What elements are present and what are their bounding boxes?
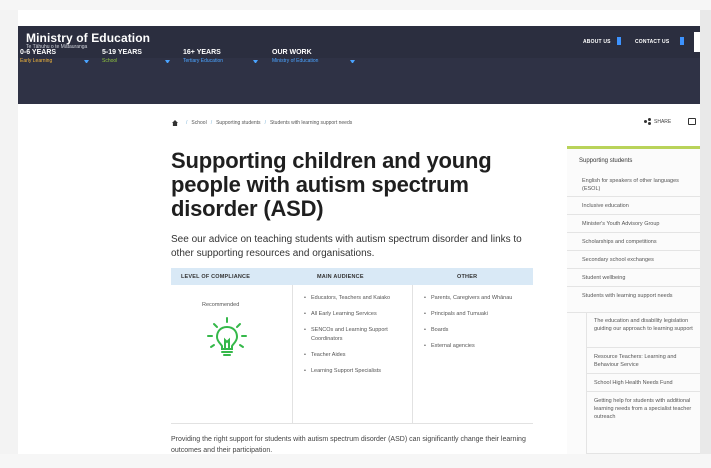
window-top-edge	[0, 0, 711, 10]
table-column-divider	[412, 285, 413, 424]
table-header-cell: MAIN AUDIENCE	[317, 274, 364, 280]
table-header-cell: LEVEL OF COMPLIANCE	[181, 274, 251, 280]
site-header: Ministry of Education Te Tāhuhu o te Māt…	[18, 26, 700, 104]
sidebar-subitem-specialist-outreach[interactable]: Getting help for students with additiona…	[586, 392, 700, 454]
compliance-table: LEVEL OF COMPLIANCE MAIN AUDIENCE OTHER …	[171, 268, 533, 424]
table-bottom-border	[171, 423, 533, 424]
nav-subtitle: Tertiary Education	[183, 58, 224, 64]
window-left-edge	[0, 10, 18, 454]
page-title: Supporting children and young people wit…	[171, 148, 492, 221]
chevron-down-icon[interactable]	[350, 60, 355, 63]
share-button[interactable]: SHARE	[644, 118, 671, 125]
site-logo-title[interactable]: Ministry of Education	[26, 31, 150, 45]
page: Ministry of Education Te Tāhuhu o te Māt…	[0, 0, 711, 468]
list-item: External agencies	[424, 342, 530, 351]
nav-item-our-work[interactable]: OUR WORK Ministry of Education	[272, 49, 318, 64]
sidebar-subitem-legislation[interactable]: The education and disability legislation…	[586, 314, 700, 348]
nav-subtitle: School	[102, 58, 118, 64]
breadcrumb-separator: /	[264, 120, 266, 126]
print-icon[interactable]	[688, 118, 696, 125]
breadcrumb-item[interactable]: Students with learning support needs	[270, 120, 352, 126]
list-item: Educators, Teachers and Kaiako	[304, 294, 408, 303]
compliance-level: Recommended	[202, 302, 240, 308]
share-icon	[644, 118, 651, 125]
contact-us-marker	[680, 37, 684, 45]
window-right-edge	[700, 10, 711, 454]
home-icon[interactable]	[172, 120, 178, 126]
breadcrumb-item[interactable]: School	[191, 120, 206, 126]
table-column-divider	[292, 285, 293, 424]
nav-title: 5-19 YEARS	[102, 49, 142, 56]
nav-item-16-plus-years[interactable]: 16+ YEARS Tertiary Education	[183, 49, 223, 64]
sidebar-item-student-wellbeing[interactable]: Student wellbeing	[567, 269, 700, 287]
about-us-link[interactable]: ABOUT US	[583, 39, 611, 45]
list-item: Principals and Tumuaki	[424, 310, 530, 319]
list-item: Teacher Aides	[304, 351, 408, 360]
contact-us-link[interactable]: CONTACT US	[635, 39, 669, 45]
nav-item-5-19-years[interactable]: 5-19 YEARS School	[102, 49, 142, 64]
sidebar-item-school-exchanges[interactable]: Secondary school exchanges	[567, 251, 700, 269]
page-intro: See our advice on teaching students with…	[171, 234, 522, 259]
table-header: LEVEL OF COMPLIANCE MAIN AUDIENCE OTHER	[171, 268, 533, 285]
nav-title: 16+ YEARS	[183, 49, 221, 56]
body-paragraph: Providing the right support for students…	[171, 436, 526, 454]
share-label: SHARE	[654, 118, 672, 125]
sidebar-item-youth-advisory-group[interactable]: Minister's Youth Advisory Group	[567, 215, 700, 233]
list-item: Parents, Caregivers and Whānau	[424, 294, 530, 303]
list-item: Boards	[424, 326, 530, 335]
main-audience-list: Educators, Teachers and Kaiako All Early…	[304, 294, 408, 383]
breadcrumb-separator: /	[186, 120, 188, 126]
sidebar-item-learning-support-needs[interactable]: Students with learning support needs	[567, 287, 700, 313]
sidebar-subitem-rtlb[interactable]: Resource Teachers: Learning and Behaviou…	[586, 348, 700, 374]
list-item: Learning Support Specialists	[304, 367, 408, 376]
breadcrumb: / School / Supporting students / Student…	[172, 118, 352, 128]
nav-subtitle: Ministry of Education	[272, 58, 319, 64]
window-bottom-edge	[0, 454, 711, 468]
breadcrumb-separator: /	[210, 120, 213, 126]
nav-item-0-6-years[interactable]: 0-6 YEARS Early Learning	[20, 49, 56, 64]
breadcrumb-item[interactable]: Supporting students	[216, 120, 260, 126]
other-audience-list: Parents, Caregivers and Whānau Principal…	[424, 294, 530, 358]
sidebar-item-inclusive-education[interactable]: Inclusive education	[567, 197, 700, 215]
sidebar-subitem-health-needs-fund[interactable]: School High Health Needs Fund	[586, 374, 700, 392]
sidebar-title[interactable]: Supporting students	[579, 158, 632, 164]
nav-title: 0-6 YEARS	[20, 49, 57, 56]
chevron-down-icon[interactable]	[165, 60, 170, 63]
chevron-down-icon[interactable]	[84, 60, 89, 63]
sidebar-item-scholarships[interactable]: Scholarships and competitions	[567, 233, 700, 251]
about-us-marker	[617, 37, 621, 45]
main-nav	[18, 58, 700, 104]
header-edge	[694, 32, 700, 52]
table-header-cell: OTHER	[457, 274, 478, 280]
lightbulb-icon	[207, 317, 247, 356]
nav-subtitle: Early Learning	[20, 58, 53, 64]
sidebar-item-esol[interactable]: English for speakers of other languages …	[567, 173, 700, 197]
list-item: All Early Learning Services	[304, 310, 408, 319]
nav-title: OUR WORK	[272, 49, 312, 56]
list-item: SENCOs and Learning Support Coordinators	[304, 326, 408, 344]
chevron-down-icon[interactable]	[253, 60, 258, 63]
